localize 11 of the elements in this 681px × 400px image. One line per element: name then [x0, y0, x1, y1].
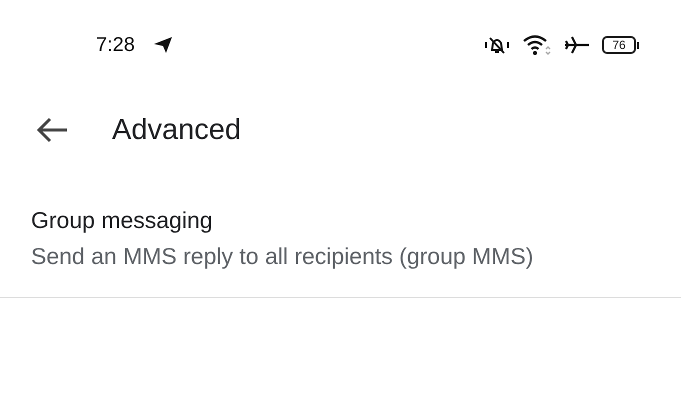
setting-row[interactable]: Group messaging Send an MMS reply to all recipients (group MMS)	[0, 165, 681, 298]
status-time: 7:28	[96, 34, 135, 56]
airplane-icon	[564, 35, 590, 55]
setting-title: Group messaging	[31, 207, 214, 234]
page-title: Advanced	[112, 114, 241, 146]
setting-summary: Send an MMS reply to all recipients (group MMS)	[31, 242, 534, 271]
back-arrow-icon[interactable]	[36, 117, 68, 143]
bell-muted-icon	[484, 35, 510, 55]
wifi-icon	[522, 34, 552, 56]
paper-plane-icon	[152, 36, 173, 54]
battery-icon: 76	[602, 36, 639, 54]
